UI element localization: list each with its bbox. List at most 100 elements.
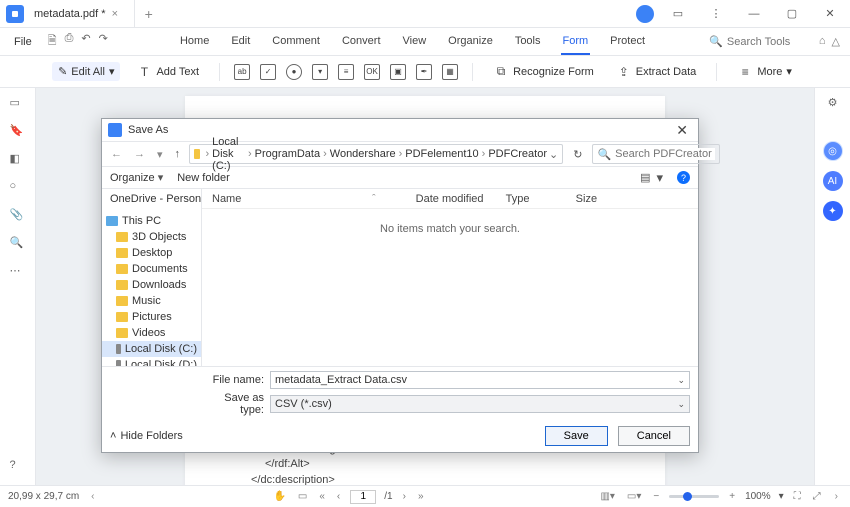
- col-name[interactable]: Name: [212, 193, 372, 205]
- zoom-out-icon[interactable]: −: [651, 491, 661, 502]
- checkbox-icon[interactable]: ✓: [260, 64, 276, 80]
- menu-view[interactable]: View: [401, 29, 429, 55]
- dialog-search-input[interactable]: [615, 148, 715, 160]
- chevron-down-icon[interactable]: ▾: [154, 148, 166, 161]
- tree-3d-objects[interactable]: 3D Objects: [102, 229, 201, 245]
- dialog-help-icon[interactable]: ?: [677, 171, 690, 184]
- tree-pictures[interactable]: Pictures: [102, 309, 201, 325]
- address-dropdown-icon[interactable]: ⌄: [549, 148, 558, 161]
- menu-convert[interactable]: Convert: [340, 29, 383, 55]
- zoom-slider[interactable]: [669, 495, 719, 498]
- attachments-icon[interactable]: 📎: [10, 208, 26, 224]
- tree-local-disk-c[interactable]: Local Disk (C:): [102, 341, 201, 357]
- nav-forward-button[interactable]: →: [131, 148, 148, 160]
- recognize-form-button[interactable]: ⧉ Recognize Form: [487, 61, 600, 83]
- close-window-button[interactable]: ✕: [816, 1, 844, 27]
- help-icon[interactable]: ?: [10, 459, 26, 475]
- combobox-icon[interactable]: ▾: [312, 64, 328, 80]
- zoom-in-icon[interactable]: +: [727, 491, 737, 502]
- more-button[interactable]: ≡ More ▾: [731, 61, 798, 83]
- menu-organize[interactable]: Organize: [446, 29, 495, 55]
- ai-tool-3-icon[interactable]: ✦: [823, 201, 843, 221]
- nav-up-button[interactable]: ↑: [172, 148, 184, 160]
- comments-icon[interactable]: ○: [10, 180, 26, 196]
- ai-tool-1-icon[interactable]: ◎: [823, 141, 843, 161]
- menu-tools[interactable]: Tools: [513, 29, 543, 55]
- tree-downloads[interactable]: Downloads: [102, 277, 201, 293]
- page-number-input[interactable]: [350, 490, 376, 504]
- textfield-icon[interactable]: ab: [234, 64, 250, 80]
- col-date[interactable]: Date modified: [416, 193, 506, 205]
- menu-edit[interactable]: Edit: [229, 29, 252, 55]
- zoom-caret-icon[interactable]: ▾: [779, 491, 784, 502]
- search-panel-icon[interactable]: 🔍: [10, 236, 26, 252]
- col-type[interactable]: Type: [506, 193, 576, 205]
- more-panel-icon[interactable]: ⋯: [10, 264, 26, 280]
- saveastype-dropdown[interactable]: CSV (*.csv) ⌄: [270, 395, 690, 413]
- dialog-search[interactable]: 🔍: [592, 144, 720, 164]
- col-size[interactable]: Size: [576, 193, 626, 205]
- next-page-icon[interactable]: ›: [401, 491, 408, 502]
- radio-icon[interactable]: ●: [286, 64, 302, 80]
- tree-music[interactable]: Music: [102, 293, 201, 309]
- save-button[interactable]: Save: [545, 426, 608, 446]
- kebab-menu-icon[interactable]: ⋮: [702, 1, 730, 27]
- maximize-button[interactable]: ▢: [778, 1, 806, 27]
- document-tab[interactable]: metadata.pdf * ×: [24, 0, 135, 27]
- button-field-icon[interactable]: OK: [364, 64, 380, 80]
- first-page-icon[interactable]: «: [317, 491, 327, 502]
- crumb-3[interactable]: PDFelement10: [405, 148, 478, 160]
- crumb-2[interactable]: Wondershare: [330, 148, 396, 160]
- chevron-down-icon[interactable]: ⌄: [677, 399, 685, 410]
- address-bar[interactable]: › Local Disk (C:)› ProgramData› Wondersh…: [189, 144, 563, 164]
- signature-field-icon[interactable]: ✒: [416, 64, 432, 80]
- settings-icon[interactable]: ⚙: [828, 96, 838, 109]
- minimize-button[interactable]: —: [740, 1, 768, 27]
- search-tools-input[interactable]: [727, 36, 807, 48]
- cloud-icon[interactable]: ⌂: [819, 35, 826, 48]
- select-tool-icon[interactable]: ▭: [296, 491, 309, 502]
- chevron-down-icon[interactable]: ⌄: [677, 375, 685, 386]
- tree-documents[interactable]: Documents: [102, 261, 201, 277]
- view-mode-2-icon[interactable]: ▭▾: [625, 491, 643, 502]
- new-tab-button[interactable]: +: [135, 6, 163, 22]
- hand-tool-icon[interactable]: ✋: [271, 491, 287, 502]
- prev-page-icon[interactable]: ‹: [335, 491, 342, 502]
- file-menu[interactable]: File: [6, 36, 40, 48]
- dialog-close-button[interactable]: ✕: [672, 122, 692, 139]
- ai-tool-2-icon[interactable]: AI: [823, 171, 843, 191]
- date-field-icon[interactable]: ▦: [442, 64, 458, 80]
- extract-data-button[interactable]: ⇪ Extract Data: [610, 61, 703, 83]
- add-text-button[interactable]: T Add Text: [130, 61, 205, 83]
- redo-icon[interactable]: ↷: [99, 32, 108, 51]
- menu-comment[interactable]: Comment: [270, 29, 322, 55]
- edit-all-button[interactable]: ✎ Edit All ▾: [52, 62, 120, 81]
- thumbnails-icon[interactable]: ▭: [10, 96, 26, 112]
- tree-desktop[interactable]: Desktop: [102, 245, 201, 261]
- panel-icon[interactable]: ◧: [10, 152, 26, 168]
- close-tab-icon[interactable]: ×: [112, 8, 124, 20]
- scroll-left-button[interactable]: ‹: [87, 491, 98, 502]
- scroll-right-button[interactable]: ›: [831, 491, 842, 502]
- crumb-4[interactable]: PDFCreator: [488, 148, 547, 160]
- new-folder-button[interactable]: New folder: [177, 172, 230, 184]
- menu-protect[interactable]: Protect: [608, 29, 647, 55]
- menu-form[interactable]: Form: [561, 29, 591, 55]
- search-tools[interactable]: 🔍: [709, 35, 807, 48]
- menu-home[interactable]: Home: [178, 29, 211, 55]
- nav-back-button[interactable]: ←: [108, 148, 125, 160]
- user-avatar-icon[interactable]: [636, 5, 654, 23]
- fit-width-icon[interactable]: ⛶: [792, 491, 803, 502]
- print-icon[interactable]: ⎙: [65, 32, 74, 51]
- cancel-button[interactable]: Cancel: [618, 426, 690, 446]
- hide-folders-toggle[interactable]: ˄ Hide Folders: [110, 430, 183, 442]
- view-mode-menu[interactable]: ▤▾: [640, 170, 663, 186]
- undo-icon[interactable]: ↶: [81, 32, 90, 51]
- organize-menu[interactable]: Organize ▾: [110, 171, 163, 184]
- tree-this-pc[interactable]: This PC: [102, 213, 201, 229]
- tree-onedrive[interactable]: OneDrive - Person: [102, 191, 201, 207]
- listbox-icon[interactable]: ≡: [338, 64, 354, 80]
- filename-input[interactable]: metadata_Extract Data.csv ⌄: [270, 371, 690, 389]
- crumb-1[interactable]: ProgramData: [255, 148, 320, 160]
- view-mode-1-icon[interactable]: ▥▾: [598, 491, 616, 502]
